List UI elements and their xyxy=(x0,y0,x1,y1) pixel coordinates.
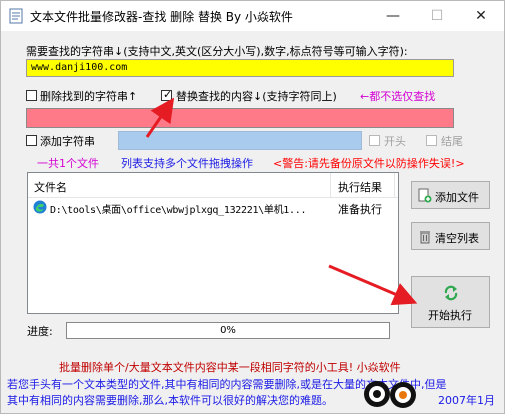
check-icon: ✓ xyxy=(163,88,173,101)
drag-hint-text: 列表支持多个文件拖拽操作 xyxy=(121,157,253,170)
progress-text: 0% xyxy=(220,325,236,336)
window-title: 文本文件批量修改器-查找 删除 替换 By 小焱软件 xyxy=(30,10,293,24)
warning-text: <警告:请先备份原文件以防操作失误!> xyxy=(273,157,465,170)
notepad-app-icon xyxy=(9,8,23,24)
delete-found-label: 删除找到的字符串↑ xyxy=(40,90,138,103)
close-icon: ✕ xyxy=(475,8,487,24)
col-header-file[interactable]: 文件名 xyxy=(34,179,67,195)
start-label: 开头 xyxy=(384,135,406,148)
footer-date: 2007年1月 xyxy=(438,394,495,407)
replace-checkbox[interactable]: ✓ xyxy=(161,88,173,101)
minimize-icon: — xyxy=(386,8,400,24)
col-header-result[interactable]: 执行结果 xyxy=(338,179,382,195)
add-string-label: 添加字符串 xyxy=(40,135,95,148)
start-button[interactable]: 开始执行 xyxy=(411,276,490,328)
title-bar: 文本文件批量修改器-查找 删除 替换 By 小焱软件 — ☐ ✕ xyxy=(1,1,504,31)
add-string-input[interactable] xyxy=(118,131,362,150)
replace-hint: ←都不选仅查找 xyxy=(360,90,436,103)
replace-input[interactable] xyxy=(26,108,454,128)
add-file-button[interactable]: 添加文件 xyxy=(411,181,490,209)
app-window: 文本文件批量修改器-查找 删除 替换 By 小焱软件 — ☐ ✕ 需要查找的字符… xyxy=(0,0,505,414)
add-file-label: 添加文件 xyxy=(435,191,479,204)
clear-list-label: 清空列表 xyxy=(435,232,479,245)
file-list[interactable]: 文件名 执行结果 D:\tools\桌面\office\wbwjplxgq_13… xyxy=(27,172,399,314)
progress-label: 进度: xyxy=(27,325,53,338)
close-button[interactable]: ✕ xyxy=(459,1,503,31)
row-result: 准备执行 xyxy=(338,203,382,216)
minimize-button[interactable]: — xyxy=(371,1,415,31)
column-divider[interactable] xyxy=(394,173,395,197)
delete-found-checkbox[interactable] xyxy=(26,90,37,101)
end-checkbox[interactable] xyxy=(426,135,437,146)
maximize-button[interactable]: ☐ xyxy=(415,1,459,31)
column-divider[interactable] xyxy=(330,173,331,197)
search-label: 需要查找的字符串↓(支持中文,英文(区分大小写),数字,标点符号等可输入字符): xyxy=(26,45,408,58)
table-row[interactable]: D:\tools\桌面\office\wbwjplxgq_132221\单机1.… xyxy=(29,197,397,217)
add-file-icon xyxy=(418,188,432,203)
replace-label: 替换查找的内容↓(支持字符同上) xyxy=(176,90,337,103)
file-count-text: 一共1个文件 xyxy=(37,157,99,170)
row-file-name: D:\tools\桌面\office\wbwjplxgq_132221\单机1.… xyxy=(50,205,307,216)
end-label: 结尾 xyxy=(441,135,463,148)
trash-icon xyxy=(420,231,430,244)
add-string-checkbox[interactable] xyxy=(26,135,37,146)
refresh-icon xyxy=(444,285,458,301)
list-header: 文件名 执行结果 xyxy=(28,173,398,198)
watermark-logo-icon xyxy=(364,381,416,408)
progress-bar: 0% xyxy=(66,322,390,339)
start-label: 开始执行 xyxy=(428,309,472,322)
footer-line-3: 其中有相同的内容需要删除,那么,本软件可以很好的解决您的难题。 xyxy=(7,394,333,407)
maximize-icon: ☐ xyxy=(430,8,444,24)
edge-browser-icon xyxy=(33,200,47,214)
footer-line-1: 批量删除单个/大量文本文件内容中某一段相同字符的小工具! 小焱软件 xyxy=(59,361,401,374)
start-checkbox[interactable] xyxy=(369,135,380,146)
search-input[interactable]: www.danji100.com xyxy=(26,59,454,77)
clear-list-button[interactable]: 清空列表 xyxy=(411,222,490,250)
